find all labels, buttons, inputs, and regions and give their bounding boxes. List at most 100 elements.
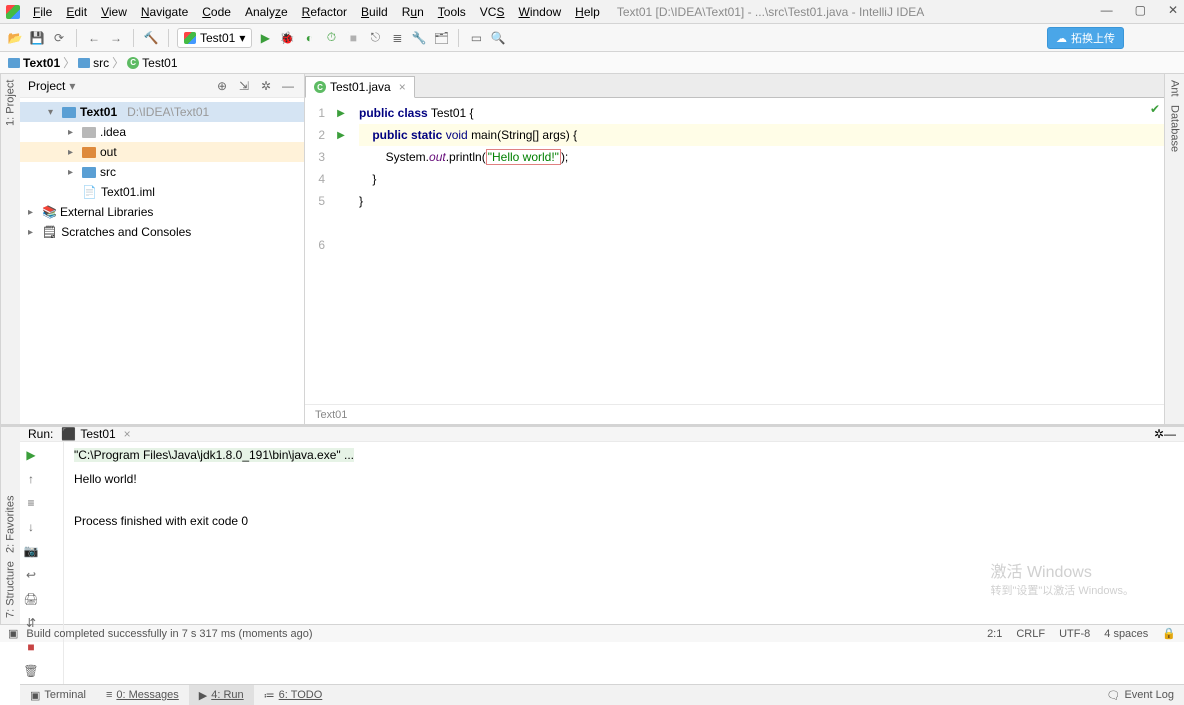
menu-view[interactable]: View [94, 3, 134, 21]
bottom-panel: 7: Structure 2: Favorites Run: ⬛Test01× … [0, 424, 1184, 624]
tree-project-root[interactable]: ▾Text01D:\IDEA\Text01 [20, 102, 304, 122]
tab-messages[interactable]: ≡ 0: Messages [96, 685, 189, 705]
run-tab[interactable]: ⬛Test01× [61, 427, 130, 441]
tree-out-folder[interactable]: ▸out [20, 142, 304, 162]
side-tab-ant[interactable]: Ant [1169, 80, 1181, 97]
sync-icon[interactable]: ⟳ [50, 29, 68, 47]
up-icon[interactable]: ↑ [22, 470, 40, 488]
status-caret-pos[interactable]: 2:1 [987, 628, 1002, 640]
run-icon[interactable]: ▶ [256, 29, 274, 47]
camera-icon[interactable]: 📷 [22, 542, 40, 560]
menu-navigate[interactable]: Navigate [134, 3, 195, 21]
hide-icon[interactable]: — [1164, 427, 1176, 441]
stop-icon[interactable]: ■ [344, 29, 362, 47]
tree-src-folder[interactable]: ▸src [20, 162, 304, 182]
tab-todo[interactable]: ≔ 6: TODO [254, 685, 333, 705]
console-command: "C:\Program Files\Java\jdk1.8.0_191\bin\… [74, 448, 354, 462]
expand-icon[interactable]: ⇲ [236, 78, 252, 94]
menu-window[interactable]: Window [511, 3, 568, 21]
chevron-down-icon[interactable]: ▾ [69, 79, 75, 93]
close-tab-icon[interactable]: × [399, 80, 406, 94]
panel-toggle-icon[interactable]: ▣ [8, 627, 18, 640]
tab-terminal[interactable]: ▣ Terminal [20, 685, 96, 705]
search-icon[interactable]: 🔍 [489, 29, 507, 47]
tab-event-log[interactable]: 🗨 Event Log [1096, 685, 1184, 705]
run-line-icon[interactable]: ▶ [337, 130, 345, 141]
minimize-icon[interactable]: — [1101, 3, 1113, 17]
menu-build[interactable]: Build [354, 3, 395, 21]
side-tab-favorites[interactable]: 2: Favorites [5, 496, 17, 553]
editor-body[interactable]: 123456 ▶ ▶ public class Test01 { public … [305, 98, 1164, 404]
console-output[interactable]: "C:\Program Files\Java\jdk1.8.0_191\bin\… [64, 442, 1184, 684]
print-icon[interactable]: 🖨 [22, 590, 40, 608]
debug-icon[interactable]: 🐞 [278, 29, 296, 47]
maximize-icon[interactable]: ▢ [1135, 3, 1146, 17]
menu-tools[interactable]: Tools [431, 3, 473, 21]
build-icon[interactable]: 🔨 [142, 29, 160, 47]
class-icon: C [314, 81, 326, 93]
rerun-icon[interactable]: ▶ [22, 446, 40, 464]
chevron-right-icon: ▸ [68, 147, 78, 158]
menu-file[interactable]: File [26, 3, 59, 21]
menu-refactor[interactable]: Refactor [295, 3, 354, 21]
menu-run[interactable]: Run [395, 3, 431, 21]
attach-icon[interactable]: ⎋ [366, 29, 384, 47]
menu-code[interactable]: Code [195, 3, 238, 21]
config-icon [184, 32, 196, 44]
tree-idea-folder[interactable]: ▸.idea [20, 122, 304, 142]
editor-breadcrumb: Text01 [305, 404, 1164, 424]
profile-icon[interactable]: ⏱ [322, 29, 340, 47]
stack-icon[interactable]: ≣ [388, 29, 406, 47]
tree-scratches[interactable]: ▸🗒Scratches and Consoles [20, 222, 304, 242]
gear-icon[interactable]: ✲ [258, 78, 274, 94]
status-indent[interactable]: 4 spaces [1104, 628, 1148, 640]
structure-icon[interactable]: 🗂 [432, 29, 450, 47]
gear-icon[interactable]: ✲ [1154, 427, 1164, 441]
bottom-tabbar: ▣ Terminal ≡ 0: Messages ▶ 4: Run ≔ 6: T… [20, 684, 1184, 705]
menu-edit[interactable]: Edit [59, 3, 94, 21]
menu-analyze[interactable]: Analyze [238, 3, 295, 21]
run-toolbar: ▶ ↑ ≡ ↓ 📷 ↩ 🖨 ⇵ ■ 🗑 [20, 442, 64, 684]
window-title: Text01 [D:\IDEA\Text01] - ...\src\Test01… [617, 5, 924, 19]
tree-iml-file[interactable]: 📄Text01.iml [20, 182, 304, 202]
upload-button[interactable]: ☁ 拓换上传 [1047, 27, 1124, 49]
chevron-right-icon: ▸ [28, 207, 38, 218]
wrench-icon[interactable]: 🔧 [410, 29, 428, 47]
side-tab-database[interactable]: Database [1169, 105, 1181, 152]
tab-run[interactable]: ▶ 4: Run [189, 685, 254, 705]
editor-tab[interactable]: C Test01.java × [305, 76, 415, 98]
breadcrumb-src[interactable]: src [78, 56, 109, 70]
target-icon[interactable]: ⊕ [214, 78, 230, 94]
wrap-icon[interactable]: ↩ [22, 566, 40, 584]
trash-icon[interactable]: 🗑 [22, 662, 40, 680]
tree-external-libs[interactable]: ▸External Libraries [20, 202, 304, 222]
chevron-down-icon: ▾ [48, 107, 58, 118]
side-tab-structure[interactable]: 7: Structure [5, 561, 17, 618]
menu-vcs[interactable]: VCS [473, 3, 512, 21]
forward-icon[interactable]: → [107, 29, 125, 47]
menu-bar: File Edit View Navigate Code Analyze Ref… [0, 0, 1184, 24]
panel-icon[interactable]: ▭ [467, 29, 485, 47]
status-encoding[interactable]: UTF-8 [1059, 628, 1090, 640]
menu-help[interactable]: Help [568, 3, 607, 21]
folder-icon [8, 58, 20, 68]
hide-icon[interactable]: — [280, 78, 296, 94]
close-icon[interactable]: × [124, 427, 131, 441]
stop-icon[interactable]: ■ [22, 638, 40, 656]
status-eol[interactable]: CRLF [1016, 628, 1045, 640]
run-config-select[interactable]: Test01 ▾ [177, 28, 252, 48]
lock-icon[interactable]: 🔒 [1162, 627, 1176, 640]
gear-icon[interactable]: ≡ [22, 494, 40, 512]
save-icon[interactable]: 💾 [28, 29, 46, 47]
back-icon[interactable]: ← [85, 29, 103, 47]
separator [133, 29, 134, 47]
side-tab-project[interactable]: 1: Project [5, 80, 17, 126]
open-icon[interactable]: 📂 [6, 29, 24, 47]
down-icon[interactable]: ↓ [22, 518, 40, 536]
coverage-icon[interactable]: ◐ [300, 29, 318, 47]
close-icon[interactable]: ✕ [1168, 3, 1178, 17]
code-content[interactable]: public class Test01 { public static void… [351, 98, 1164, 404]
breadcrumb-project[interactable]: Text01 [8, 56, 60, 70]
run-line-icon[interactable]: ▶ [337, 108, 345, 119]
breadcrumb-file[interactable]: CTest01 [127, 56, 177, 70]
